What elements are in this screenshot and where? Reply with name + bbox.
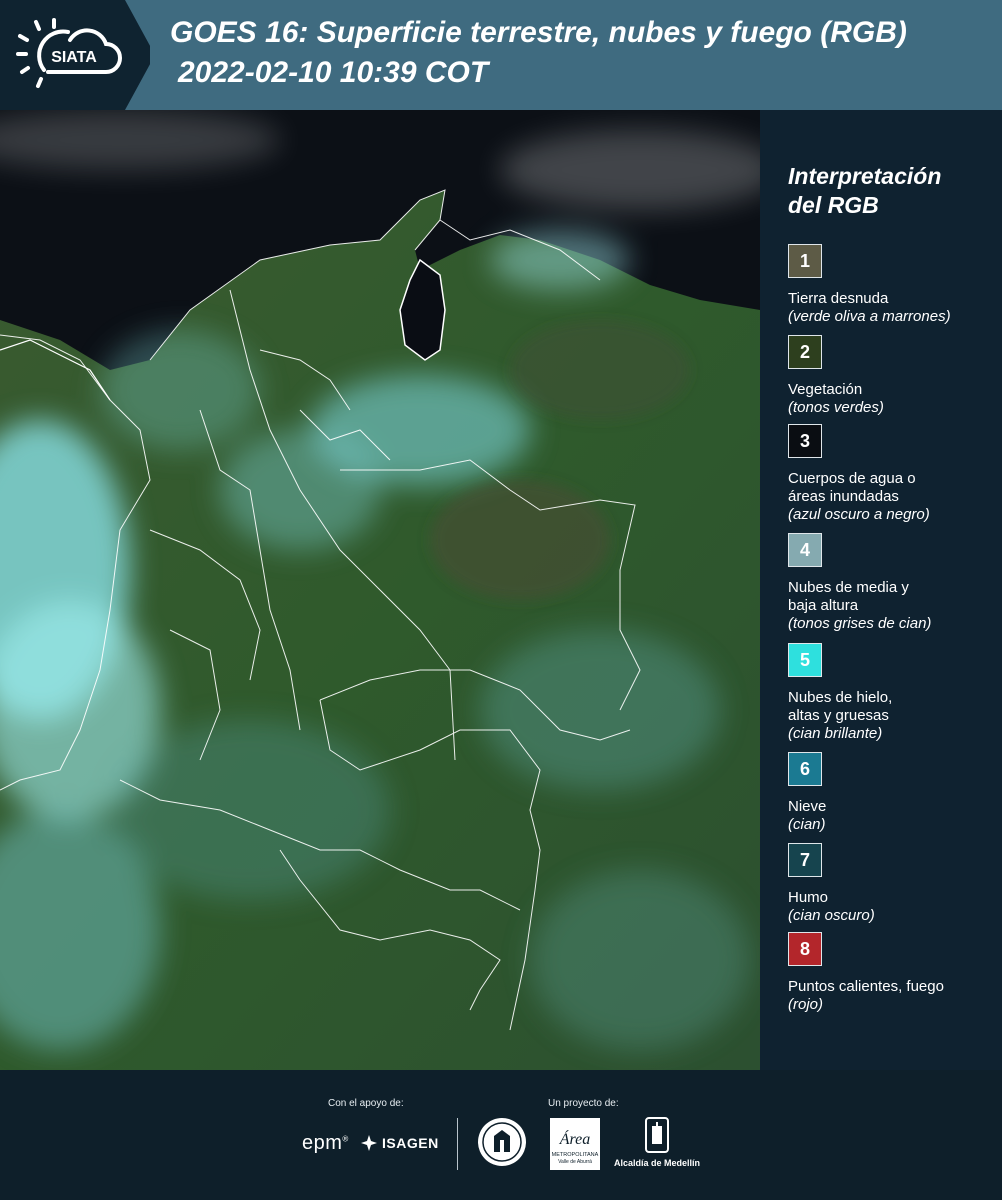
legend-note: (cian) bbox=[788, 816, 826, 833]
alcaldia-logo-text: Alcaldía de Medellín bbox=[613, 1158, 701, 1168]
legend-swatch: 1 bbox=[788, 244, 822, 278]
legend-label: Nieve (cian) bbox=[788, 798, 1002, 834]
legend-swatch: 6 bbox=[788, 752, 822, 786]
legend-note: (rojo) bbox=[788, 996, 824, 1013]
legend-label: Nubes de media y baja altura (tonos gris… bbox=[788, 579, 1002, 633]
legend-item: 2 Vegetación (tonos verdes) bbox=[788, 335, 1002, 417]
area-logo-title: Área bbox=[559, 1129, 591, 1148]
legend-swatch: 4 bbox=[788, 533, 822, 567]
legend-note: (tonos grises de cian) bbox=[788, 615, 932, 632]
legend-label: Puntos calientes, fuego (rojo) bbox=[788, 978, 1002, 1014]
legend-label-line: Tierra desnuda bbox=[788, 290, 889, 307]
legend-swatch: 7 bbox=[788, 843, 822, 877]
legend-label-line: Nubes de hielo, bbox=[788, 689, 893, 706]
siata-logo-text: SIATA bbox=[51, 49, 97, 66]
legend-panel: Interpretación del RGB 1 Tierra desnuda … bbox=[760, 110, 1002, 1070]
legend-label: Humo (cian oscuro) bbox=[788, 889, 1002, 925]
footer: Con el apoyo de: Un proyecto de: epm® IS… bbox=[0, 1070, 1002, 1200]
alcaldia-logo: Alcaldía de Medellín bbox=[612, 1116, 702, 1176]
epm-logo: epm® bbox=[302, 1132, 349, 1154]
legend-label-line: baja altura bbox=[788, 597, 859, 614]
legend-note: (tonos verdes) bbox=[788, 399, 884, 416]
isagen-logo: ISAGEN bbox=[360, 1134, 439, 1152]
project-label: Un proyecto de: bbox=[548, 1098, 619, 1109]
legend-label-line: Nubes de media y bbox=[788, 579, 909, 596]
timestamp: 2022-02-10 10:39 COT bbox=[178, 56, 489, 89]
support-label: Con el apoyo de: bbox=[328, 1098, 404, 1109]
footer-divider bbox=[457, 1118, 458, 1170]
legend-label: Vegetación (tonos verdes) bbox=[788, 381, 1002, 417]
legend-title-line2: del RGB bbox=[788, 192, 879, 218]
legend-label: Nubes de hielo, altas y gruesas (cian br… bbox=[788, 689, 1002, 743]
legend-label: Cuerpos de agua o áreas inundadas (azul … bbox=[788, 470, 1002, 524]
satellite-map bbox=[0, 110, 760, 1070]
legend-label-line: Vegetación bbox=[788, 381, 863, 398]
legend-note: (azul oscuro a negro) bbox=[788, 506, 930, 523]
legend-swatch: 2 bbox=[788, 335, 822, 369]
legend-item: 6 Nieve (cian) bbox=[788, 752, 1002, 834]
legend-label-line: Humo bbox=[788, 889, 829, 906]
area-logo-subtitle2: Valle de Aburrá bbox=[558, 1159, 592, 1165]
header: SIATA GOES 16: Superficie terrestre, nub… bbox=[0, 0, 1002, 110]
legend-swatch: 3 bbox=[788, 424, 822, 458]
legend-item: 4 Nubes de media y baja altura (tonos gr… bbox=[788, 533, 1002, 633]
legend-title: Interpretación del RGB bbox=[788, 162, 988, 220]
legend-note: (verde oliva a marrones) bbox=[788, 308, 951, 325]
legend-title-line1: Interpretación bbox=[788, 163, 942, 189]
legend-item: 1 Tierra desnuda (verde oliva a marrones… bbox=[788, 244, 1002, 326]
seal-icon bbox=[478, 1118, 526, 1166]
legend-label-line: Cuerpos de agua o bbox=[788, 470, 916, 487]
isagen-icon bbox=[361, 1135, 377, 1151]
legend-label-line: Puntos calientes, fuego bbox=[788, 978, 944, 995]
legend-item: 3 Cuerpos de agua o áreas inundadas (azu… bbox=[788, 424, 1002, 524]
legend-item: 8 Puntos calientes, fuego (rojo) bbox=[788, 932, 1002, 1014]
logo-panel: SIATA bbox=[0, 0, 150, 110]
area-logo-subtitle: METROPOLITANA bbox=[552, 1152, 599, 1158]
legend-label-line: áreas inundadas bbox=[788, 488, 899, 505]
legend-swatch: 8 bbox=[788, 932, 822, 966]
legend-swatch: 5 bbox=[788, 643, 822, 677]
legend-note: (cian brillante) bbox=[788, 725, 883, 742]
area-metropolitana-logo: Área METROPOLITANA Valle de Aburrá bbox=[550, 1118, 600, 1170]
legend-item: 7 Humo (cian oscuro) bbox=[788, 843, 1002, 925]
isagen-logo-text: ISAGEN bbox=[382, 1135, 439, 1151]
legend-label-line: altas y gruesas bbox=[788, 707, 889, 724]
siata-logo: SIATA bbox=[16, 18, 122, 88]
legend-label: Tierra desnuda (verde oliva a marrones) bbox=[788, 290, 1002, 326]
epm-logo-text: epm bbox=[302, 1132, 343, 1154]
legend-item: 5 Nubes de hielo, altas y gruesas (cian … bbox=[788, 643, 1002, 743]
map-image bbox=[0, 110, 760, 1070]
page-title: GOES 16: Superficie terrestre, nubes y f… bbox=[170, 16, 907, 49]
legend-note: (cian oscuro) bbox=[788, 907, 875, 924]
coat-of-arms-icon bbox=[645, 1117, 669, 1153]
legend-label-line: Nieve bbox=[788, 798, 827, 815]
